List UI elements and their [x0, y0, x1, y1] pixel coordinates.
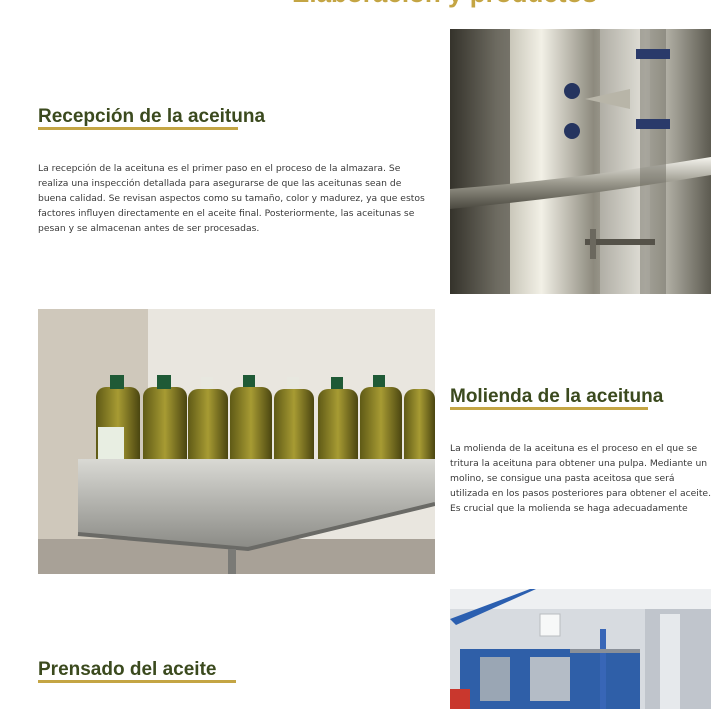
section-title-recepcion: Recepción de la aceituna [38, 106, 266, 127]
stainless-steel-pipes-photo [450, 29, 711, 294]
section-title-prensado: Prensado del aceite [38, 659, 217, 680]
page-heading: Elaboración y productos [292, 0, 597, 9]
section-text-molienda: La molienda de la aceituna es el proceso… [450, 443, 711, 514]
title-underline [38, 680, 236, 683]
section-title-molienda: Molienda de la aceituna [450, 386, 664, 407]
olive-oil-bottles-photo [38, 309, 435, 574]
section-text-recepcion: La recepción de la aceituna es el primer… [38, 163, 425, 234]
title-underline [450, 407, 648, 410]
title-underline [38, 127, 238, 130]
factory-machinery-photo [450, 589, 711, 709]
